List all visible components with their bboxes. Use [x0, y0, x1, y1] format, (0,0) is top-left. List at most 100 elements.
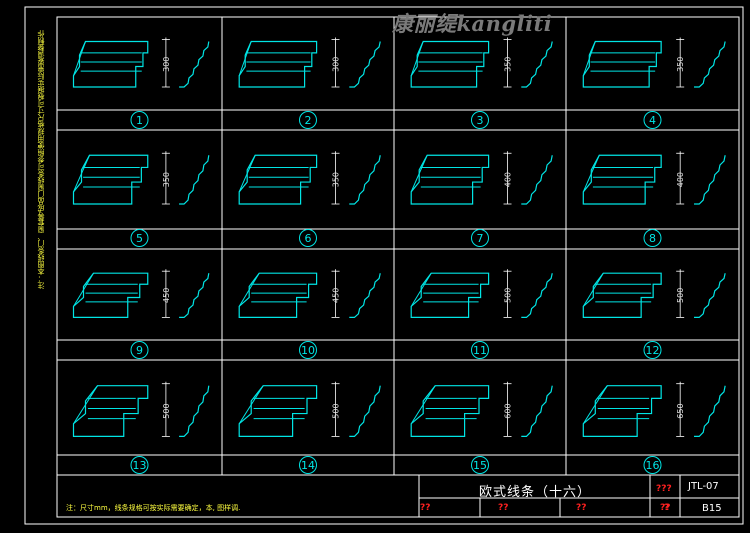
moulding-edge	[582, 41, 596, 76]
moulding-body	[238, 154, 318, 205]
panel-number: 10	[301, 344, 315, 357]
panel-2: 300 2	[238, 37, 381, 129]
panel-7: 400 7	[410, 151, 553, 247]
dimension-label: 500	[676, 288, 685, 303]
moulding-edge	[73, 272, 94, 307]
moulding-edge	[582, 155, 600, 193]
moulding-body	[410, 385, 490, 437]
panel-12: 500 12	[582, 269, 726, 359]
panel-3: 350 3	[410, 37, 553, 129]
moulding-edge	[238, 272, 260, 307]
watermark-text: 康丽缇kangliti	[392, 11, 553, 36]
panel-6: 350 6	[238, 151, 381, 247]
side-profile	[349, 273, 381, 318]
panel-number: 9	[136, 344, 143, 357]
panel-10: 450 10	[238, 269, 381, 359]
moulding-body	[582, 40, 662, 88]
dimension-label: 400	[676, 172, 685, 187]
outer-border	[24, 6, 744, 525]
moulding-body	[72, 40, 149, 88]
unknown-mark-1: ??	[420, 503, 431, 513]
moulding-body	[582, 154, 662, 205]
moulding-edge	[238, 155, 256, 193]
side-profile	[521, 385, 553, 437]
panel-number: 11	[473, 344, 487, 357]
panel-16: 650 16	[582, 381, 726, 474]
dimension-label: 350	[676, 57, 685, 72]
moulding-edge	[73, 155, 90, 193]
side-profile	[694, 273, 726, 318]
unknown-mark-2: ??	[498, 503, 509, 513]
panel-number: 16	[646, 459, 660, 472]
dimension-label: 350	[332, 172, 341, 187]
side-profile	[521, 41, 553, 88]
panel-14: 500 14	[238, 381, 381, 474]
panel-number: 13	[133, 459, 147, 472]
drawing-code: JTL-07	[688, 481, 719, 492]
moulding-edge	[238, 385, 264, 424]
unknown-mark-5: ?	[664, 503, 670, 513]
side-profile	[521, 273, 553, 318]
side-profile	[179, 155, 210, 205]
side-profile	[349, 155, 381, 205]
panel-number: 3	[477, 114, 484, 127]
side-note: 注：本图线条门、窗套等成品门窗线条可参照使用规格尺寸可根据实际需要调整制作	[36, 30, 48, 520]
footnote: 注：尺寸mm，线条规格可按实际需要确定，本, 图样调.	[66, 504, 241, 512]
page-number: B15	[702, 503, 722, 514]
side-profile	[694, 155, 726, 205]
moulding-edge	[410, 155, 428, 193]
panel-13: 500 13	[72, 381, 210, 474]
dimension-label: 300	[332, 57, 341, 72]
moulding-edge	[238, 41, 252, 76]
moulding-body	[582, 385, 662, 437]
cad-drawing-canvas: 300 1 300 2 350 3 350 4 350 5 350 6 400 7 400 8 450 9 450 1…	[0, 0, 750, 533]
dimension-label: 600	[504, 403, 513, 418]
panel-9: 450 9	[72, 269, 210, 359]
panels-layer: 300 1 300 2 350 3 350 4 350 5 350 6 400 7 400 8 450 9 450 1…	[57, 17, 739, 475]
drawing-title: 欧式线条（十六）	[478, 485, 591, 500]
moulding-body	[72, 154, 149, 205]
dimension-label: 300	[162, 57, 171, 72]
dimension-label: 500	[332, 403, 341, 418]
panel-number: 1	[136, 114, 143, 127]
moulding-edge	[410, 385, 436, 424]
moulding-body	[238, 385, 318, 437]
panel-11: 500 11	[410, 269, 553, 359]
moulding-body	[72, 272, 149, 318]
moulding-edge	[410, 41, 424, 76]
inner-frame	[56, 16, 740, 518]
side-profile	[179, 273, 210, 318]
dimension-label: 350	[504, 57, 513, 72]
moulding-edge	[73, 385, 98, 424]
moulding-body	[410, 272, 490, 318]
panel-number: 6	[305, 232, 312, 245]
moulding-body	[410, 154, 490, 205]
dimension-label: 450	[162, 288, 171, 303]
panel-number: 2	[305, 114, 312, 127]
panel-15: 600 15	[410, 381, 553, 474]
side-profile	[179, 385, 210, 437]
dimension-label: 350	[162, 172, 171, 187]
side-profile	[179, 41, 210, 88]
panel-number: 14	[301, 459, 315, 472]
side-profile	[349, 41, 381, 88]
dimension-label: 500	[504, 288, 513, 303]
moulding-body	[238, 40, 318, 88]
unknown-mark-3: ??	[576, 503, 587, 513]
moulding-body	[72, 385, 149, 437]
panel-number: 8	[649, 232, 656, 245]
panel-8: 400 8	[582, 151, 726, 247]
moulding-edge	[582, 272, 604, 307]
dimension-label: 500	[162, 403, 171, 418]
panel-5: 350 5	[72, 151, 210, 247]
dimension-label: 400	[504, 172, 513, 187]
panel-number: 5	[136, 232, 143, 245]
moulding-edge	[582, 385, 608, 424]
panel-1: 300 1	[72, 37, 210, 129]
dimension-label: 450	[332, 288, 341, 303]
moulding-edge	[410, 272, 432, 307]
moulding-body	[582, 272, 662, 318]
panel-number: 7	[477, 232, 484, 245]
panel-number: 15	[473, 459, 487, 472]
panel-number: 12	[646, 344, 660, 357]
